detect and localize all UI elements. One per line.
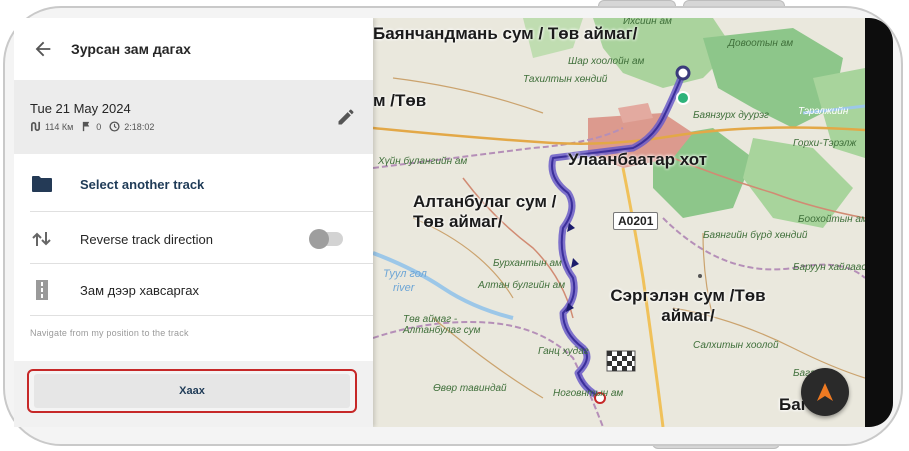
panel-title: Зурсан зам дагах	[71, 41, 191, 57]
navigate-hint: Navigate from my position to the track	[30, 328, 189, 338]
close-button[interactable]: Хаах	[27, 369, 357, 413]
screen-cutout	[865, 18, 893, 427]
track-stats: 114 Км 0 2:18:02	[30, 121, 162, 132]
track-date: Tue 21 May 2024	[30, 101, 131, 116]
back-arrow-icon[interactable]	[32, 38, 54, 60]
map-city-label: Улаанбаатар хот	[568, 150, 708, 169]
map-place-label: Алтан булгийн ам	[478, 280, 566, 291]
map-place-label: Тэрэлжийн	[798, 106, 849, 117]
map-place-label: Горхи-Тэрэлж	[793, 138, 857, 149]
map-place-label: Тахилтын хөндий	[523, 74, 608, 85]
waypoints-stat: 0	[81, 121, 101, 132]
reverse-direction-toggle[interactable]	[309, 229, 343, 249]
attach-to-road-item[interactable]: Зам дээр хавсаргах	[14, 264, 373, 316]
map-place-label: Хүйн булангийн ам	[378, 156, 468, 167]
map-region-label: м /Төв	[373, 91, 427, 110]
select-another-track-item[interactable]: Select another track	[14, 158, 373, 210]
track-card[interactable]: Tue 21 May 2024 114 Км 0 2:18:02	[14, 80, 373, 154]
panel-header: Зурсан зам дагах	[14, 18, 373, 80]
clock-icon	[109, 121, 120, 132]
map-view[interactable]: Баянчандмань сум / Төв аймаг/ м /Төв Ула…	[373, 18, 865, 427]
swap-vertical-icon	[30, 227, 54, 251]
map-place-label: Ганц худаг	[538, 346, 589, 357]
flag-icon	[83, 121, 90, 132]
map-place-label: Өвөр тавиндай	[433, 383, 507, 394]
edit-pencil-icon[interactable]	[336, 107, 356, 127]
attach-to-road-label: Зам дээр хавсаргах	[80, 282, 199, 298]
waypoints-value: 0	[96, 121, 102, 132]
map-region-label: Сэргэлэн сум /Төв аймаг/	[610, 286, 766, 325]
reverse-track-direction-label: Reverse track direction	[80, 231, 213, 247]
map-place-label: Бурхантын ам	[493, 258, 562, 269]
follow-track-panel: Зурсан зам дагах Tue 21 May 2024 114 Км …	[14, 18, 373, 427]
map-place-label: Довоотын ам	[728, 38, 794, 49]
divider	[30, 211, 373, 212]
map-river-label: Туул гол	[383, 268, 427, 280]
device-frame: Баянчандмань сум / Төв аймаг/ м /Төв Ула…	[0, 0, 909, 451]
road-icon	[30, 278, 54, 302]
navigation-arrow-icon	[817, 383, 833, 401]
screen: Баянчандмань сум / Төв аймаг/ м /Төв Ула…	[14, 18, 865, 427]
map-place-label: Ноговнтын ам	[553, 388, 624, 399]
my-location-button[interactable]	[801, 368, 849, 416]
map-place-label: Төв аймаг - Алтанбулаг сум	[403, 314, 481, 336]
close-button-label: Хаах	[34, 374, 350, 408]
duration-stat: 2:18:02	[109, 121, 154, 132]
folder-icon	[30, 172, 54, 196]
distance-value: 114 Км	[45, 121, 74, 132]
duration-value: 2:18:02	[124, 121, 155, 132]
map-place-label: Шар хоолойн ам	[568, 56, 645, 67]
toggle-knob	[309, 229, 329, 249]
map-place-label: Баруун хайлаас	[793, 262, 865, 273]
map-place-label: Боохойтын ам	[798, 214, 865, 225]
divider	[30, 315, 373, 316]
map-region-label: Алтанбулаг сум /Төв аймаг/	[413, 192, 557, 231]
panel-footer: Хаах	[14, 361, 373, 427]
select-another-track-label: Select another track	[80, 176, 205, 192]
road-badge: A0201	[613, 212, 659, 230]
route-icon	[31, 121, 40, 132]
map-river-label: river	[393, 282, 415, 294]
map-place-label: Салхитын хоолой	[693, 340, 779, 351]
distance-stat: 114 Км	[30, 121, 73, 132]
map-place-label: Баянзурх дуурэг	[693, 110, 769, 121]
map-place-label: Баянгийн бүрд хөндий	[703, 230, 808, 241]
map-region-label: Баянчандмань сум / Төв аймаг/	[373, 24, 638, 43]
reverse-track-direction-item[interactable]: Reverse track direction	[14, 213, 373, 265]
map-place-label: Ихсийн ам	[623, 18, 672, 27]
